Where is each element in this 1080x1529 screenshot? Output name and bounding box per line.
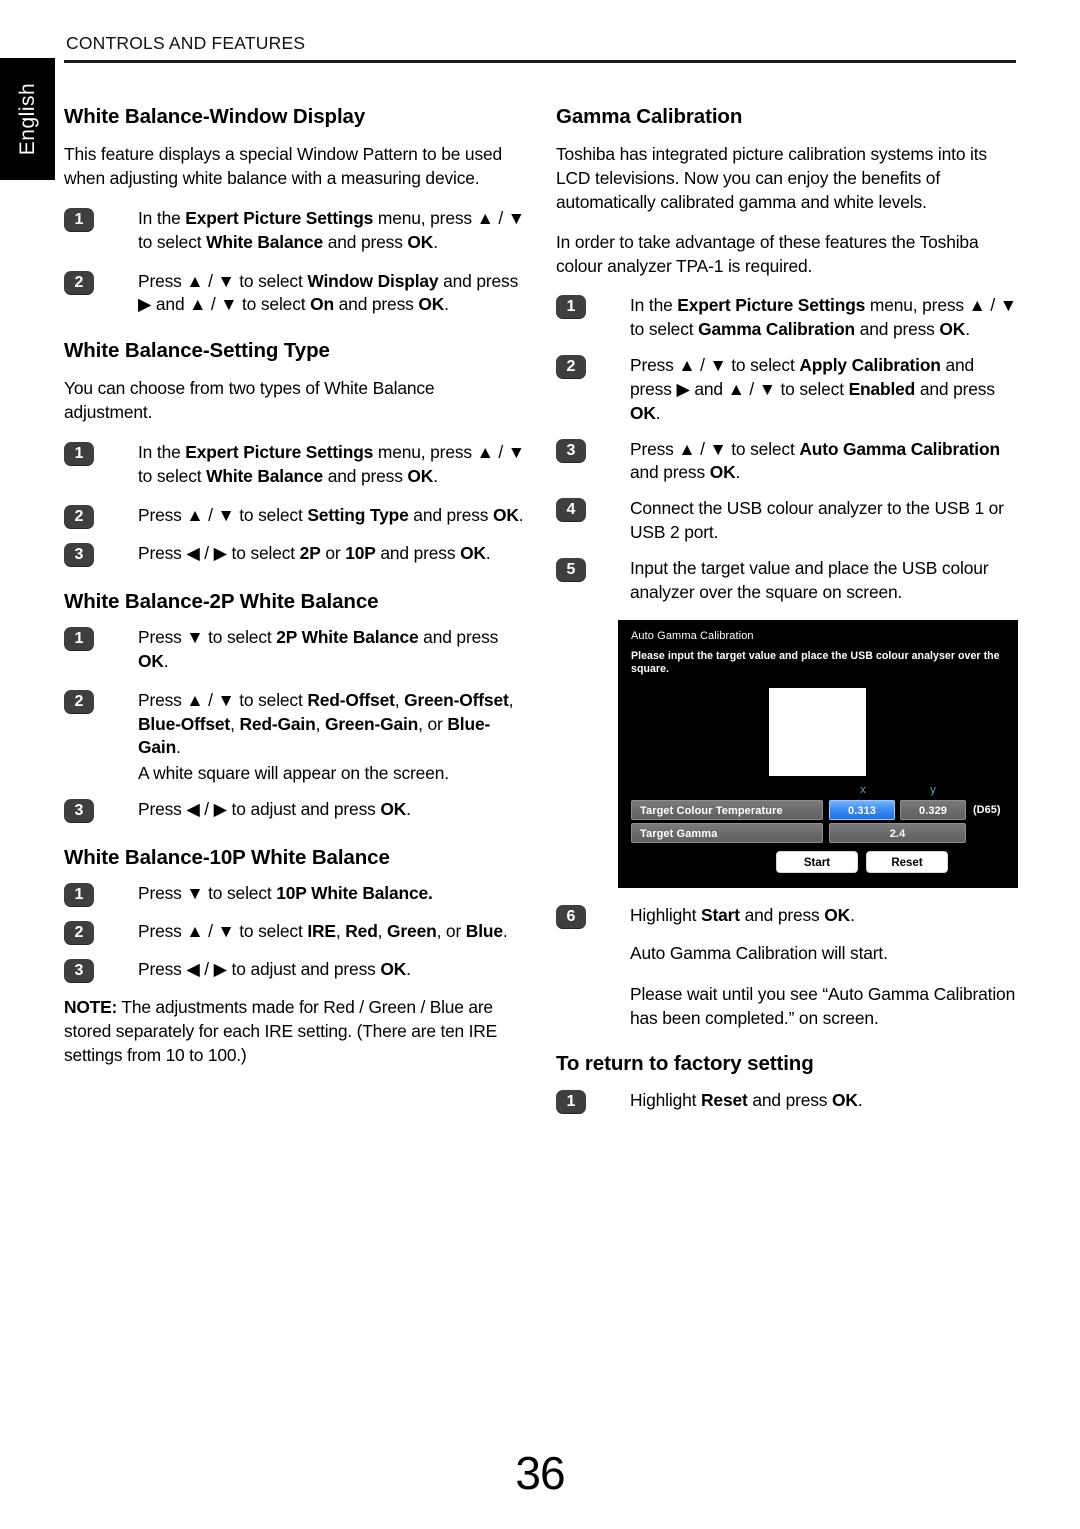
step-badge: 2 [556,355,586,380]
step-text: Input the target value and place the USB… [630,558,989,602]
step-text: Press ▼ to select 10P White Balance. [138,883,433,904]
step-text: Press ◀ / ▶ to adjust and press OK. [138,959,411,980]
page-header-title: CONTROLS AND FEATURES [66,33,306,53]
step-text: Connect the USB colour analyzer to the U… [630,498,1004,543]
step-text: Press ◀ / ▶ to adjust and press OK. [138,799,411,820]
step-badge: 2 [64,921,94,946]
reset-button[interactable]: Reset [866,850,948,873]
step-text: In the Expert Picture Settings menu, pre… [630,295,1017,340]
page-number: 36 [515,1447,565,1499]
row-label-target-gamma: Target Gamma [631,822,823,843]
step-badge: 1 [64,627,94,651]
step-item: 2 Press ▲ / ▼ to select Window Display a… [64,270,526,318]
heading-white-balance-2p: White Balance-2P White Balance [64,589,379,613]
after-screen-note-1: Auto Gamma Calibration will start. [556,942,1018,968]
header-rule [64,60,1016,63]
intro-window-display: This feature displays a special Window P… [64,144,503,189]
step-badge: 2 [64,689,94,714]
target-white-square [769,687,866,776]
step-item: 1 Press ▼ to select 2P White Balance and… [64,626,526,674]
step-item: 3 Press ▲ / ▼ to select Auto Gamma Calib… [556,438,1018,486]
heading-white-balance-setting-type: White Balance-Setting Type [64,339,330,363]
step-text: In the Expert Picture Settings menu, pre… [138,207,525,252]
step-item: 1 Press ▼ to select 10P White Balance. [64,882,526,908]
document-page: CONTROLS AND FEATURES English White Bala… [0,0,1080,1529]
step-text: Highlight Start and press OK. [630,904,855,925]
field-target-gamma[interactable]: 2.4 [829,822,966,843]
step-item: 6 Highlight Start and press OK. [556,904,1018,930]
step-badge: 1 [556,295,586,320]
step-badge: 1 [556,1089,586,1114]
step-text: Highlight Reset and press OK. [630,1089,863,1110]
start-button[interactable]: Start [776,850,858,873]
field-colour-temperature-x[interactable]: 0.313 [829,799,895,820]
step-badge: 1 [64,883,94,908]
step-item: 3 Press ◀ / ▶ to adjust and press OK. [64,958,526,984]
heading-white-balance-window-display: White Balance-Window Display [64,105,366,128]
heading-return-to-factory-setting: To return to factory setting [556,1052,814,1076]
right-column: Gamma Calibration Toshiba has integrated… [556,105,1018,1130]
step-badge: 5 [556,558,586,582]
language-tab-label: English [15,82,39,156]
step-text: Press ▲ / ▼ to select Auto Gamma Calibra… [630,438,1000,483]
step-item: 1 In the Expert Picture Settings menu, p… [556,294,1018,342]
step-text: Press ▼ to select 2P White Balance and p… [138,627,499,671]
step-item: 5 Input the target value and place the U… [556,557,1018,605]
step-item: 4 Connect the USB colour analyzer to the… [556,497,1018,545]
step-badge: 3 [556,438,586,463]
after-screen-note-2: Please wait until you see “Auto Gamma Ca… [556,983,1018,1031]
axis-header-y: y [930,783,936,796]
step-item: 2 Press ▲ / ▼ to select Apply Calibratio… [556,354,1018,426]
left-column: White Balance-Window Display This featur… [64,105,526,1068]
step-item: 2 Press ▲ / ▼ to select Setting Type and… [64,504,526,530]
field-colour-temperature-y[interactable]: 0.329 [900,799,966,820]
step-item: 2 Press ▲ / ▼ to select Red-Offset, Gree… [64,689,526,786]
step-text: Press ▲ / ▼ to select IRE, Red, Green, o… [138,921,508,942]
step-badge: 2 [64,270,94,295]
language-tab: English [0,58,55,180]
step-item: 3 Press ◀ / ▶ to select 2P or 10P and pr… [64,542,526,568]
step-badge: 6 [556,904,586,929]
note-10p: NOTE: The adjustments made for Red / Gre… [64,997,498,1065]
step-text: Press ▲ / ▼ to select Apply Calibration … [630,355,995,423]
gamma-paragraph-1: Toshiba has integrated picture calibrati… [556,144,987,212]
step-badge: 4 [556,498,586,523]
step-text: Press ▲ / ▼ to select Red-Offset, Green-… [138,689,514,758]
step-text: Press ▲ / ▼ to select Window Display and… [138,270,519,315]
tv-screen-instruction: Please input the target value and place … [631,649,1000,676]
axis-header-x: x [860,783,866,796]
step-badge: 2 [64,504,94,529]
label-d65: (D65) [973,803,1001,816]
intro-setting-type: You can choose from two types of White B… [64,378,435,423]
after-screen-text: Auto Gamma Calibration will start. [630,942,888,963]
heading-white-balance-10p: White Balance-10P White Balance [64,846,390,870]
step-text: In the Expert Picture Settings menu, pre… [138,442,525,486]
gamma-paragraph-2: In order to take advantage of these feat… [556,231,979,276]
step-text: Press ▲ / ▼ to select Setting Type and p… [138,504,524,525]
heading-gamma-calibration: Gamma Calibration [556,105,743,128]
tv-screen-title: Auto Gamma Calibration [631,629,754,642]
step-item: 2 Press ▲ / ▼ to select IRE, Red, Green,… [64,920,526,946]
step-item: 3 Press ◀ / ▶ to adjust and press OK. [64,798,526,824]
step-subtext: A white square will appear on the screen… [138,763,449,784]
step-item: 1 In the Expert Picture Settings menu, p… [64,441,526,489]
row-label-target-colour-temperature: Target Colour Temperature [631,799,823,820]
step-badge: 3 [64,542,94,567]
step-item: 1 In the Expert Picture Settings menu, p… [64,207,526,255]
step-badge: 3 [64,959,94,984]
step-item: 1 Highlight Reset and press OK. [556,1089,1018,1115]
after-screen-text: Please wait until you see “Auto Gamma Ca… [630,983,1016,1028]
step-badge: 1 [64,442,94,467]
step-badge: 3 [64,799,94,824]
step-text: Press ◀ / ▶ to select 2P or 10P and pres… [138,542,491,563]
step-badge: 1 [64,207,94,232]
tv-screen-mockup: Auto Gamma Calibration Please input the … [618,619,1018,888]
